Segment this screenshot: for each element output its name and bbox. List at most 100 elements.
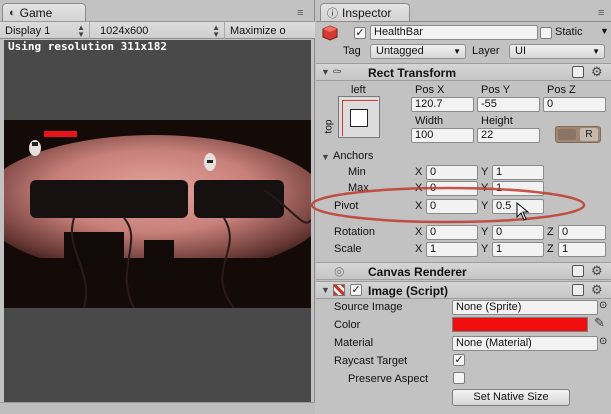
static-label: Static: [555, 26, 583, 38]
resolution-dropdown[interactable]: 1024x600 ▲ ▼: [90, 22, 225, 39]
help-book-icon[interactable]: [572, 265, 584, 277]
rot-y-field[interactable]: 0: [492, 225, 544, 240]
scale-x-field[interactable]: 1: [426, 242, 478, 257]
canvas-renderer-header[interactable]: ◎ Canvas Renderer ⚙: [316, 262, 611, 280]
pos-z-field[interactable]: 0: [543, 97, 606, 112]
material-label: Material: [334, 337, 374, 349]
image-component-icon: [333, 284, 345, 296]
health-bar: [44, 131, 77, 137]
canvas-renderer-title: Canvas Renderer: [368, 265, 467, 279]
tag-value: Untagged: [376, 45, 424, 57]
game-tab[interactable]: ◐ Game: [2, 3, 86, 22]
viewport-bottom: [4, 308, 311, 402]
raycast-target-checkbox[interactable]: ✓: [453, 354, 465, 366]
gameobject-cube-icon: [322, 25, 338, 41]
pos-y-label: Pos Y: [481, 84, 511, 96]
layer-value: UI: [515, 45, 526, 57]
color-picker-icon[interactable]: ✎: [594, 315, 605, 331]
min-x-field[interactable]: 0: [426, 165, 478, 180]
player-character: [29, 140, 41, 156]
scale-z-axis: Z: [547, 243, 554, 255]
rot-x-field[interactable]: 0: [426, 225, 478, 240]
canvas-renderer-icon: ◎: [334, 264, 345, 278]
help-book-icon[interactable]: [572, 66, 584, 78]
game-toolbar: Display 1 ▲ ▼ 1024x600 ▲ ▼ Maximize o: [0, 21, 315, 39]
tag-dropdown[interactable]: Untagged ▼: [370, 44, 466, 59]
anchors-foldout-icon[interactable]: ▼: [321, 152, 330, 162]
gear-icon[interactable]: ⚙: [591, 263, 603, 279]
anchor-preset-horizontal: left: [351, 84, 366, 96]
mouse-cursor-icon: [516, 202, 530, 221]
inspector-tab-icon: ⓘ: [327, 8, 338, 20]
anchor-preset-vertical: top: [323, 119, 335, 134]
pos-x-label: Pos X: [415, 84, 445, 96]
tag-label: Tag: [343, 45, 361, 57]
image-script-header[interactable]: ▼ ✓ Image (Script) ⚙: [316, 281, 611, 299]
chevron-down-icon: ▼: [592, 47, 600, 56]
raw-edit-button[interactable]: R: [580, 128, 598, 141]
platform-right: [194, 180, 284, 218]
layer-label: Layer: [472, 45, 500, 57]
object-picker-icon[interactable]: ⊙: [599, 336, 607, 347]
scale-z-field[interactable]: 1: [558, 242, 606, 257]
foldout-arrow-icon[interactable]: ▼: [321, 285, 330, 295]
active-checkbox[interactable]: ✓: [354, 27, 366, 39]
game-panel: ◐ Game ≡ Display 1 ▲ ▼ 1024x600 ▲ ▼ Maximi…: [0, 0, 315, 414]
blueprint-raw-buttons: R: [555, 126, 601, 143]
scale-y-axis: Y: [481, 243, 489, 255]
min-label: Min: [348, 166, 366, 178]
object-name-field[interactable]: HealthBar: [370, 25, 538, 40]
pos-z-label: Pos Z: [547, 84, 576, 96]
game-status-strip: [0, 402, 315, 414]
foldout-arrow-icon[interactable]: ▼: [321, 67, 330, 77]
game-tab-label: Game: [19, 6, 53, 20]
display-label: Display 1: [5, 24, 51, 37]
anchor-preset-button[interactable]: [338, 96, 380, 138]
min-y-field[interactable]: 1: [492, 165, 544, 180]
resolution-label: 1024x600: [100, 24, 149, 37]
blueprint-mode-button[interactable]: [558, 129, 576, 140]
enemy-character: [204, 153, 216, 171]
pos-x-field[interactable]: 120.7: [411, 97, 474, 112]
gear-icon[interactable]: ⚙: [591, 282, 603, 298]
height-label: Height: [481, 115, 513, 127]
min-y-axis: Y: [481, 166, 489, 178]
rot-z-axis: Z: [547, 226, 554, 238]
maximize-toggle[interactable]: Maximize o: [225, 22, 315, 39]
width-label: Width: [415, 115, 444, 127]
object-picker-icon[interactable]: ⊙: [599, 300, 607, 311]
tab-menu-icon[interactable]: ≡: [598, 7, 605, 19]
static-checkbox[interactable]: [540, 27, 552, 39]
game-viewport[interactable]: Using resolution 311x182: [4, 40, 311, 402]
layer-dropdown[interactable]: UI ▼: [509, 44, 605, 59]
source-image-label: Source Image: [334, 301, 403, 313]
inspector-tab[interactable]: ⓘ Inspector: [320, 3, 410, 22]
chevron-down-icon: ▼: [453, 47, 461, 56]
scale-label: Scale: [334, 243, 362, 255]
height-field[interactable]: 22: [477, 128, 540, 143]
pos-y-field[interactable]: -55: [477, 97, 540, 112]
scene-art: [4, 120, 311, 308]
scale-y-field[interactable]: 1: [492, 242, 544, 257]
static-dropdown-arrow-icon[interactable]: ▼: [600, 26, 609, 36]
rot-y-axis: Y: [481, 226, 489, 238]
width-field[interactable]: 100: [411, 128, 474, 143]
anchors-label: Anchors: [333, 150, 374, 162]
platform-left: [30, 180, 188, 218]
color-label: Color: [334, 319, 361, 331]
rect-transform-header[interactable]: ▼ ⚰ Rect Transform ⚙: [316, 63, 611, 81]
image-enabled-checkbox[interactable]: ✓: [350, 284, 362, 296]
preserve-aspect-checkbox[interactable]: [453, 372, 465, 384]
source-image-field[interactable]: None (Sprite): [452, 300, 598, 315]
gear-icon[interactable]: ⚙: [591, 64, 603, 80]
image-script-title: Image (Script): [368, 284, 449, 298]
material-field[interactable]: None (Material): [452, 336, 598, 351]
pivot-highlight-ellipse: [310, 186, 586, 224]
set-native-size-button[interactable]: Set Native Size: [452, 389, 570, 406]
raycast-target-label: Raycast Target: [334, 355, 408, 367]
tab-menu-icon[interactable]: ≡: [297, 7, 304, 19]
rot-z-field[interactable]: 0: [558, 225, 606, 240]
color-swatch[interactable]: [452, 317, 588, 332]
display-dropdown[interactable]: Display 1 ▲ ▼: [0, 22, 90, 39]
help-book-icon[interactable]: [572, 284, 584, 296]
